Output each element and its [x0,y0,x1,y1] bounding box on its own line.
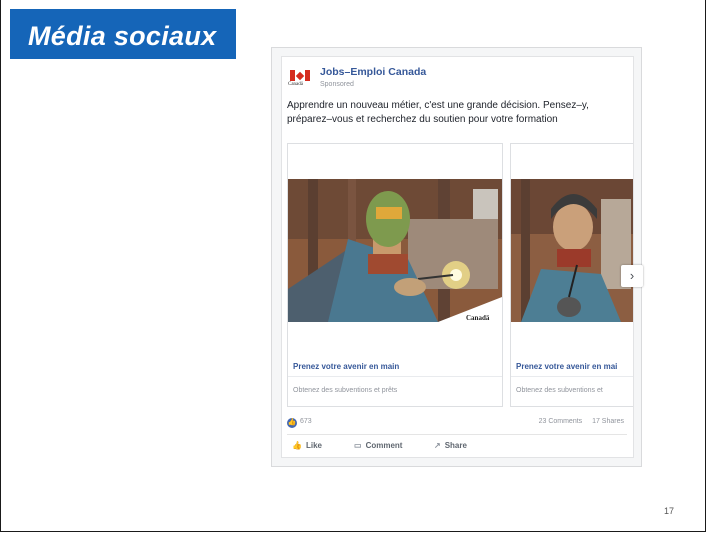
ad-post: Canadä Jobs–Emploi Canada Sponsored Appr… [281,56,643,458]
post-text: Apprendre un nouveau métier, c'est une g… [287,100,589,125]
divider [511,376,633,377]
carousel-card-2[interactable]: Prenez votre avenir en mai Obtenez des s… [510,143,633,407]
comment-label: Comment [365,441,403,450]
carousel-card-1[interactable]: Canadä Prenez votre avenir en main Obten… [287,143,503,407]
comments-shares-count: 23 Comments 17 Shares [539,418,624,425]
divider [287,434,627,435]
thumbs-up-icon: 👍 [292,441,302,450]
card-title-link[interactable]: Prenez votre avenir en mai [516,362,617,371]
canada-wordmark: Canadä [288,82,303,87]
canada-wordmark-card: Canadä [466,314,490,322]
sponsored-label: Sponsored [320,81,354,88]
page-name-link[interactable]: Jobs–Emploi Canada [320,66,426,78]
like-button[interactable]: 👍 Like [292,441,322,450]
card-title-link[interactable]: Prenez votre avenir en main [293,362,399,371]
like-label: Like [305,441,322,450]
share-label: Share [444,441,467,450]
like-count[interactable]: 673 [300,418,312,425]
welder-illustration-image [288,179,502,322]
comment-icon: ▭ [354,441,362,450]
carousel-next-button[interactable]: › [621,265,643,287]
card-subtitle: Obtenez des subventions et [516,387,603,394]
facebook-ad-screenshot: Canadä Jobs–Emploi Canada Sponsored Appr… [271,47,643,467]
share-icon: ↗ [434,441,441,450]
slide-page-number: 17 [664,506,675,516]
share-button[interactable]: ↗ Share [434,441,467,450]
worker-illustration-image [511,179,633,322]
slide-title-box: Média sociaux [10,9,236,59]
shares-count[interactable]: 17 Shares [592,418,624,425]
slide-title: Média sociaux [28,21,217,51]
card-subtitle: Obtenez des subventions et prêts [293,387,398,394]
comments-count[interactable]: 23 Comments [539,418,583,425]
divider [288,376,502,377]
reactions-bar: 👍 673 23 Comments 17 Shares [287,417,632,431]
like-reaction-icon: 👍 [287,418,297,428]
comment-button[interactable]: ▭ Comment [354,441,402,450]
